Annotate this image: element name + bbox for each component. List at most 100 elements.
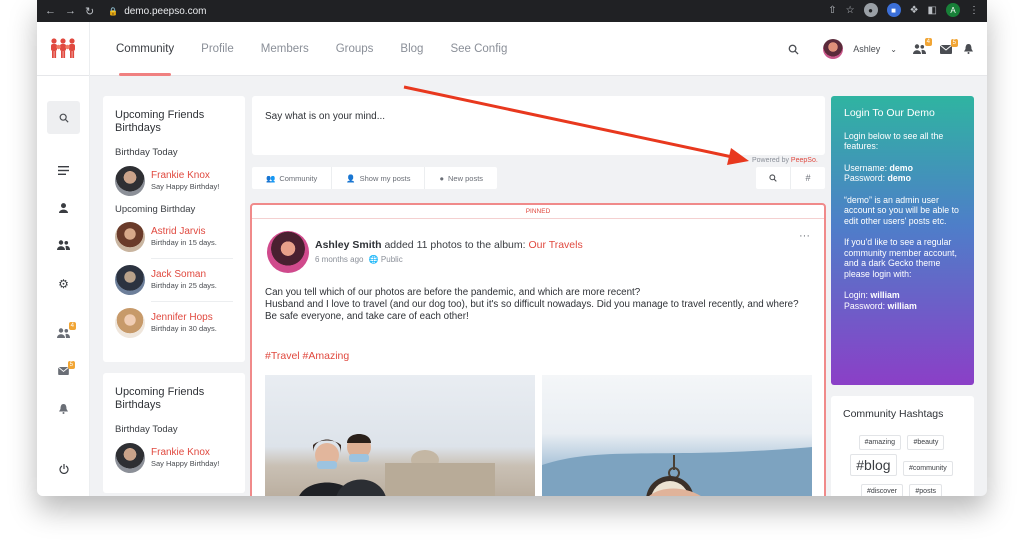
sidebar-messages-badge: 5: [67, 361, 75, 369]
hashtag[interactable]: #beauty: [907, 435, 945, 450]
sidebar-friend-requests-button[interactable]: 4: [37, 322, 90, 338]
browser-actions: ⇧ ☆ ● ■ ❖ ◧ A ⋮: [828, 3, 979, 17]
nav-see-config[interactable]: See Config: [450, 22, 507, 76]
forward-icon[interactable]: →: [65, 5, 76, 18]
friends-notification[interactable]: 4: [913, 38, 932, 54]
user-name[interactable]: Ashley: [853, 44, 880, 54]
upcoming-birthday-row[interactable]: Astrid Jarvis Birthday in 15 days.: [115, 222, 233, 252]
site-header: Community Profile Members Groups Blog Se…: [37, 22, 987, 76]
post-paragraph: Be safe everyone, and take care of each …: [265, 311, 469, 322]
photo-couple-scene: [299, 434, 495, 496]
nav-members[interactable]: Members: [261, 22, 309, 76]
sidebar-notifications-button[interactable]: [37, 404, 90, 414]
sidebar-profile-button[interactable]: [37, 203, 90, 213]
sidebar-messages-button[interactable]: 5: [37, 361, 90, 375]
birthdays-widget-2: Upcoming Friends Birthdays Birthday Toda…: [103, 373, 245, 493]
nav-groups[interactable]: Groups: [336, 22, 374, 76]
address-bar[interactable]: 🔒 demo.peepso.com: [108, 6, 206, 17]
post-action: added 11 photos to the album:: [384, 239, 526, 251]
extension-icon[interactable]: ●: [863, 3, 878, 17]
friend-name[interactable]: Jennifer Hops: [151, 312, 217, 324]
hashtag[interactable]: #posts: [909, 484, 943, 496]
sidebar-friends-button[interactable]: [37, 240, 90, 250]
stream-tools: #: [756, 167, 825, 189]
album-link[interactable]: Our Travels: [528, 239, 582, 251]
left-icon-sidebar: ⚙ 4 5: [37, 76, 90, 496]
hashtag[interactable]: #community: [902, 461, 953, 476]
back-icon[interactable]: ←: [45, 5, 56, 18]
upcoming-birthday-row[interactable]: Jack Soman Birthday in 25 days.: [115, 265, 233, 295]
post-paragraph: Husband and I love to travel (and our do…: [265, 299, 799, 310]
bell-icon[interactable]: [964, 44, 973, 54]
friend-name[interactable]: Frankie Knox: [151, 447, 219, 459]
avatar[interactable]: [115, 222, 145, 252]
password2-label: Password:: [844, 300, 886, 311]
share-icon[interactable]: ⇧: [828, 5, 836, 16]
post-photo[interactable]: [542, 375, 812, 496]
nav-community[interactable]: Community: [116, 22, 174, 76]
nav-blog[interactable]: Blog: [400, 22, 423, 76]
bookmark-star-icon[interactable]: ☆: [846, 5, 855, 16]
peepso-logo[interactable]: [37, 22, 90, 76]
avatar[interactable]: [115, 265, 145, 295]
login-demo-card: Login To Our Demo Login below to see all…: [831, 96, 974, 385]
friend-name[interactable]: Frankie Knox: [151, 170, 219, 182]
divider: [151, 258, 233, 259]
sidebar-stream-button[interactable]: [37, 166, 90, 175]
birthday-today-label: Birthday Today: [115, 424, 178, 435]
friend-name[interactable]: Astrid Jarvis: [151, 226, 217, 238]
post-meta: 6 months ago 🌐 Public: [315, 255, 403, 264]
search-icon[interactable]: [788, 44, 799, 55]
power-icon: [58, 464, 69, 474]
filter-show-my-posts[interactable]: 👤 Show my posts: [332, 167, 426, 189]
birthday-note: Birthday in 15 days.: [151, 238, 217, 247]
composer-placeholder[interactable]: Say what is on your mind...: [265, 111, 812, 122]
shield-extension-icon[interactable]: ■: [886, 3, 901, 17]
powered-by: Powered by PeepSo.: [752, 157, 818, 164]
filter-community[interactable]: 👥 Community: [252, 167, 333, 189]
nav-profile[interactable]: Profile: [201, 22, 234, 76]
post-photo[interactable]: [265, 375, 535, 496]
upcoming-birthday-row[interactable]: Jennifer Hops Birthday in 30 days.: [115, 308, 233, 338]
birthdays-title: Upcoming Friends Birthdays: [115, 386, 205, 411]
avatar[interactable]: [115, 166, 145, 196]
sidebar-settings-button[interactable]: ⚙: [37, 277, 90, 291]
post-options-icon[interactable]: ···: [799, 230, 810, 242]
birthday-today-row[interactable]: Frankie Knox Say Happy Birthday!: [115, 166, 233, 196]
post-time[interactable]: 6 months ago: [315, 255, 363, 264]
post-paragraph: Can you tell which of our photos are bef…: [265, 287, 641, 298]
author-avatar[interactable]: [267, 231, 309, 273]
birthday-today-row[interactable]: Frankie Knox Say Happy Birthday!: [115, 443, 233, 473]
profile-avatar-icon[interactable]: A: [946, 3, 960, 17]
hashtag[interactable]: #discover: [860, 484, 903, 496]
sidebar-logout-button[interactable]: [37, 464, 90, 474]
avatar[interactable]: [115, 308, 145, 338]
kebab-menu-icon[interactable]: ⋮: [969, 5, 979, 16]
bell-icon: [59, 404, 68, 414]
stream-filters: 👥 Community 👤 Show my posts ● New posts: [252, 167, 498, 189]
reload-icon[interactable]: ↻: [85, 5, 94, 18]
post-composer[interactable]: Say what is on your mind...: [252, 96, 825, 155]
filter-label: Community: [279, 173, 318, 183]
chevron-down-icon[interactable]: ⌄: [890, 45, 897, 54]
post-privacy: Public: [380, 255, 403, 264]
friends-icon: [913, 44, 926, 54]
users-icon: [57, 240, 70, 250]
filter-new-posts[interactable]: ● New posts: [425, 167, 497, 189]
messages-notification[interactable]: 5: [940, 38, 958, 54]
stream-search-button[interactable]: [756, 167, 791, 189]
user-avatar[interactable]: [823, 39, 844, 59]
hashtag[interactable]: #amazing: [858, 435, 901, 450]
powered-brand[interactable]: PeepSo.: [791, 157, 818, 164]
post-hashtags[interactable]: #Travel #Amazing: [265, 350, 349, 362]
hashtag-filter-button[interactable]: #: [791, 167, 825, 189]
puzzle-icon[interactable]: ❖: [910, 5, 919, 16]
friend-name[interactable]: Jack Soman: [151, 269, 217, 281]
sidebar-search-button[interactable]: [47, 101, 80, 134]
avatar[interactable]: [115, 443, 145, 473]
hashtag[interactable]: #blog: [850, 454, 897, 476]
globe-icon: 🌐: [368, 255, 379, 264]
sidebar-toggle-icon[interactable]: ◧: [928, 5, 937, 16]
author-name[interactable]: Ashley Smith: [315, 239, 382, 251]
users-icon: [57, 328, 70, 338]
